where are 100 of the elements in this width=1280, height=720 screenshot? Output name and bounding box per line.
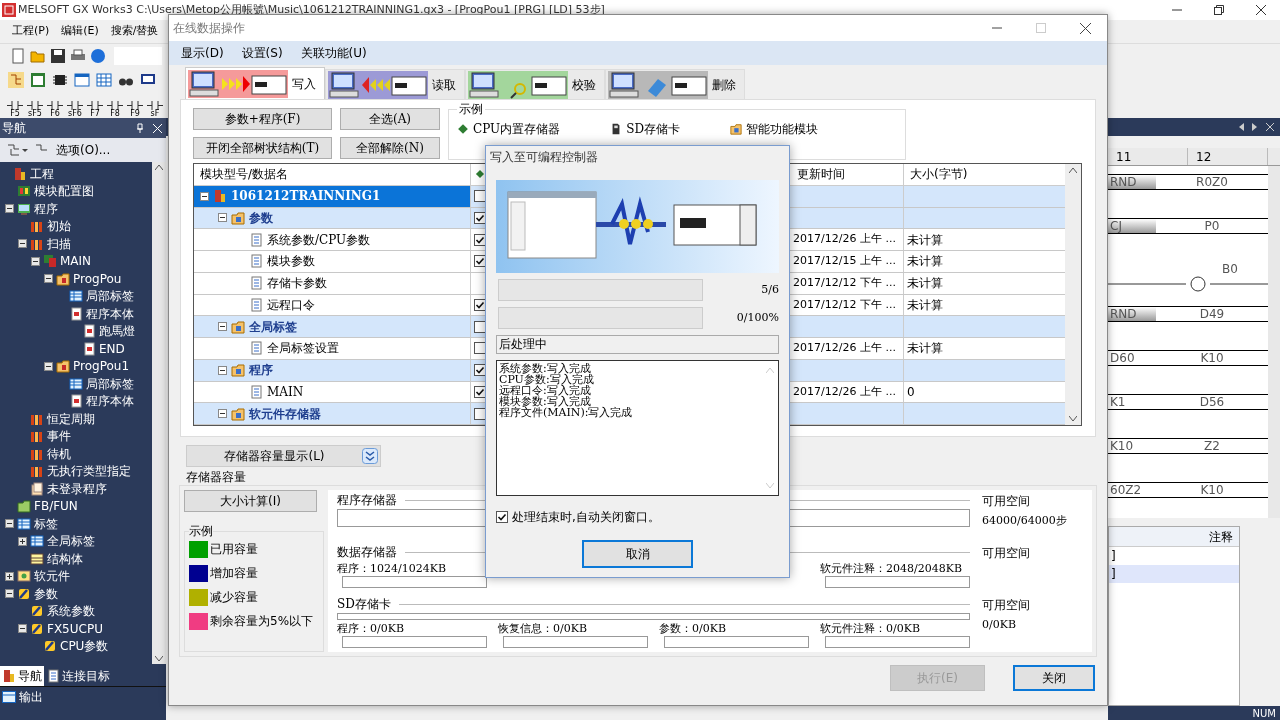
search-field[interactable] xyxy=(114,47,162,65)
table-cell[interactable]: 软元件存储器 xyxy=(194,403,471,424)
tree-item[interactable]: ProgPou1 xyxy=(73,357,130,376)
tree-item[interactable]: 程序 xyxy=(34,199,58,218)
collapse-icon[interactable] xyxy=(218,213,227,223)
button[interactable]: 参数+程序(F) xyxy=(193,108,332,130)
tree-item[interactable]: 工程 xyxy=(30,164,54,183)
window-icon[interactable] xyxy=(30,72,46,88)
expand-icon[interactable] xyxy=(17,536,27,546)
checkbox[interactable] xyxy=(474,190,486,203)
checkbox[interactable] xyxy=(474,255,486,268)
chip-icon[interactable] xyxy=(52,72,68,88)
tree-item[interactable]: 结构体 xyxy=(47,549,83,568)
tree-item[interactable]: 模块配置图 xyxy=(34,182,94,201)
expand-icon[interactable] xyxy=(4,571,14,581)
collapse-icon[interactable] xyxy=(4,589,14,599)
tree-item[interactable]: 局部标签 xyxy=(86,374,134,393)
tree-view-icon[interactable] xyxy=(6,143,28,157)
checkbox[interactable] xyxy=(474,342,486,355)
tree-item[interactable]: MAIN xyxy=(60,252,92,271)
table-row[interactable]: ] xyxy=(1109,565,1239,583)
scroll-up-icon[interactable] xyxy=(1069,167,1077,173)
tree-item[interactable]: 标签 xyxy=(34,514,58,533)
button[interactable]: 大小计算(I) xyxy=(184,490,317,512)
tree-item[interactable]: 扫描 xyxy=(47,234,71,253)
tree-item[interactable]: END xyxy=(99,339,125,358)
tree-item[interactable]: CPU参数 xyxy=(60,637,109,656)
scroll-up-icon[interactable] xyxy=(155,164,163,170)
collapse-icon[interactable] xyxy=(218,322,227,332)
scroll-right-icon[interactable] xyxy=(1252,123,1258,131)
tree-item[interactable]: 无执行类型指定 xyxy=(47,462,131,481)
tree-item[interactable]: 恒定周期 xyxy=(47,409,95,428)
menu-item[interactable]: 显示(D) xyxy=(181,44,224,62)
close-icon[interactable] xyxy=(1080,22,1091,34)
panel-icon[interactable] xyxy=(74,72,90,88)
checkbox[interactable] xyxy=(474,364,486,377)
tree-item[interactable]: 参数 xyxy=(34,584,58,603)
tab[interactable]: 写入 xyxy=(185,67,325,99)
button[interactable]: 全选(A) xyxy=(340,108,440,130)
panel-tab[interactable]: 连接目标 xyxy=(44,666,112,686)
tab[interactable]: 校验 xyxy=(465,69,605,99)
close-icon[interactable] xyxy=(1256,5,1266,15)
menu-item[interactable]: 设置(S) xyxy=(241,44,283,62)
table-cell[interactable]: 全局标签设置 xyxy=(194,338,471,359)
tree-item[interactable]: ProgPou xyxy=(73,269,122,288)
help-icon[interactable] xyxy=(90,48,106,64)
button[interactable]: 开闭全部树状结构(T) xyxy=(193,136,332,159)
tab[interactable]: 删除 xyxy=(605,69,745,99)
checkbox[interactable] xyxy=(474,211,486,224)
tree-item[interactable]: 跑馬燈 xyxy=(99,322,135,341)
tree-item[interactable]: 程序本体 xyxy=(86,392,134,411)
function-key-button[interactable]: sF5 xyxy=(26,101,44,118)
new-file-icon[interactable] xyxy=(10,48,26,64)
tree-item[interactable]: 全局标签 xyxy=(47,532,95,551)
tree-item[interactable]: 程序本体 xyxy=(86,304,134,323)
tree-item[interactable]: FX5UCPU xyxy=(47,619,103,638)
scroll-down-icon[interactable] xyxy=(155,656,163,662)
grid-icon[interactable] xyxy=(96,72,112,88)
tree-item[interactable]: 系统参数 xyxy=(47,602,95,621)
function-key-button[interactable]: F7 xyxy=(86,101,104,118)
save-icon[interactable] xyxy=(50,48,66,64)
checkbox[interactable] xyxy=(474,233,486,246)
collapse-icon[interactable] xyxy=(43,361,53,371)
cancel-button[interactable]: 取消 xyxy=(582,540,693,568)
menu-item[interactable]: 搜索/替换 xyxy=(110,23,159,40)
checkbox[interactable] xyxy=(474,320,486,333)
table-cell[interactable]: 系统参数/CPU参数 xyxy=(194,229,471,250)
tree-item[interactable]: 待机 xyxy=(47,444,71,463)
tree-item[interactable]: FB/FUN xyxy=(34,497,78,516)
function-key-button[interactable]: F8 xyxy=(106,101,124,118)
tree-item[interactable]: 局部标签 xyxy=(86,287,134,306)
function-key-button[interactable]: F5 xyxy=(6,101,24,118)
table-cell[interactable]: 1061212TRAINNING1 xyxy=(194,185,471,207)
table-cell[interactable]: 程序 xyxy=(194,359,471,381)
collapse-icon[interactable] xyxy=(218,365,227,375)
menu-item[interactable]: 关联功能(U) xyxy=(300,44,367,62)
scroll-down-icon[interactable] xyxy=(1069,416,1077,422)
menu-item[interactable]: 编辑(E) xyxy=(61,23,99,40)
tree-item[interactable]: 初始 xyxy=(47,217,71,236)
function-key-button[interactable]: sF xyxy=(146,101,164,118)
panel-tab[interactable]: 导航 xyxy=(0,666,44,686)
checkbox[interactable] xyxy=(474,407,486,420)
button[interactable]: 全部解除(N) xyxy=(340,136,440,159)
pin-icon[interactable] xyxy=(135,123,145,133)
tree-item[interactable]: 事件 xyxy=(47,427,71,446)
collapse-icon[interactable] xyxy=(4,204,14,214)
function-key-button[interactable]: F6 xyxy=(46,101,64,118)
collapse-icon[interactable] xyxy=(43,274,53,284)
output-tab[interactable]: 输出 xyxy=(0,686,166,706)
collapse-icon[interactable] xyxy=(17,239,27,249)
double-chevron-icon[interactable] xyxy=(362,448,378,464)
checkbox[interactable] xyxy=(474,385,486,398)
tree-item[interactable]: 未登录程序 xyxy=(47,479,107,498)
checkbox[interactable] xyxy=(474,298,486,311)
restore-icon[interactable] xyxy=(1214,5,1224,15)
tab[interactable]: 读取 xyxy=(325,69,465,99)
table-cell[interactable]: MAIN xyxy=(194,381,471,403)
function-key-button[interactable]: F9 xyxy=(126,101,144,118)
collapse-icon[interactable] xyxy=(4,519,14,529)
menu-item[interactable]: 工程(P) xyxy=(12,23,50,40)
